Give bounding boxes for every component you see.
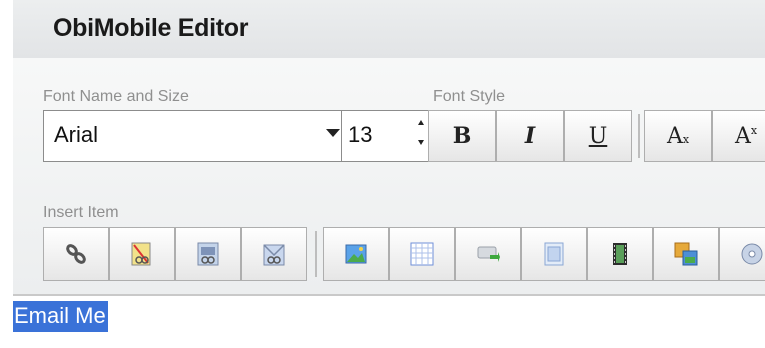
bold-icon: B [452,123,472,149]
toolbar-separator [315,231,317,277]
insert-phone-link-button[interactable] [175,227,241,281]
underline-icon: U [588,123,608,149]
subscript-button[interactable]: Ax [644,110,712,162]
insert-video-button[interactable] [587,227,653,281]
media-icon [741,243,763,265]
bold-button[interactable]: B [428,110,496,162]
spin-down-icon[interactable] [418,140,424,145]
toolbar-separator [638,114,640,158]
editor-title: ObiMobile Editor [53,14,249,42]
insert-broken-link-button[interactable] [109,227,175,281]
font-size-value: 13 [348,122,373,147]
underline-button[interactable]: U [564,110,632,162]
editor-toolbar: Font Name and Size Arial 13 Font Style B… [13,58,765,296]
superscript-button[interactable]: Ax [712,110,765,162]
italic-icon: I [524,123,536,149]
editor-title-bar: ObiMobile Editor [13,0,765,58]
link-icon [66,244,86,264]
insert-media-button[interactable] [719,227,765,281]
spin-up-icon[interactable] [418,120,424,125]
font-group-label: Font Name and Size [43,88,189,105]
table-icon [410,242,434,266]
insert-gallery-button[interactable] [653,227,719,281]
insert-link-button[interactable] [43,227,109,281]
phone-link-icon [197,242,219,266]
insert-button-control-button[interactable] [455,227,521,281]
font-name-select[interactable]: Arial [43,110,351,162]
insert-form-button[interactable] [521,227,587,281]
gallery-icon [674,242,698,266]
font-style-group-label: Font Style [433,88,506,105]
email-link-icon [263,244,285,266]
form-icon [544,242,564,266]
button-icon [477,246,500,262]
broken-link-icon [131,242,151,266]
font-size-stepper[interactable]: 13 [341,110,429,162]
italic-button[interactable]: I [496,110,564,162]
chevron-down-icon[interactable] [326,129,340,137]
insert-email-link-button[interactable] [241,227,307,281]
insert-table-button[interactable] [389,227,455,281]
video-icon [613,243,627,265]
insert-image-button[interactable] [323,227,389,281]
selected-text[interactable]: Email Me [13,301,108,332]
image-icon [345,244,367,264]
font-name-value: Arial [54,122,99,147]
subscript-icon: Ax [666,123,690,149]
insert-group-label: Insert Item [43,204,119,221]
superscript-icon: Ax [734,123,758,149]
